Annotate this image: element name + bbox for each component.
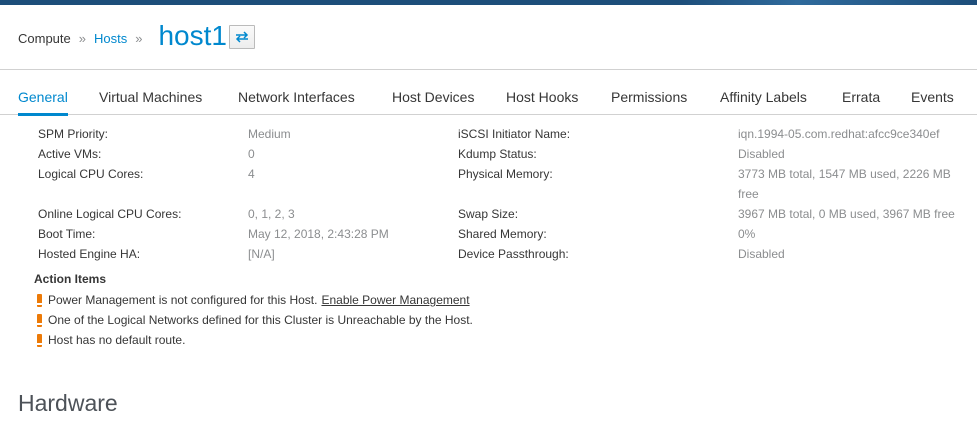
action-item-text: Power Management is not configured for t… xyxy=(48,293,318,307)
prop-label: Device Passthrough: xyxy=(458,247,569,261)
tab-general[interactable]: General xyxy=(18,71,68,116)
tab-host-hooks[interactable]: Host Hooks xyxy=(506,71,578,115)
tab-events[interactable]: Events xyxy=(911,71,954,115)
warning-icon xyxy=(37,313,42,327)
page-header: Compute » Hosts » host1 xyxy=(0,5,977,70)
tab-bar: General Virtual Machines Network Interfa… xyxy=(0,71,977,116)
tab-affinity-labels[interactable]: Affinity Labels xyxy=(720,71,807,115)
action-item-text: One of the Logical Networks defined for … xyxy=(48,313,473,327)
page-title: host1 xyxy=(158,20,227,51)
prop-label: Swap Size: xyxy=(458,207,519,221)
enable-power-management-link[interactable]: Enable Power Management xyxy=(321,293,469,307)
hardware-section-title: Hardware xyxy=(18,390,118,416)
action-item-text: Host has no default route. xyxy=(48,333,186,347)
prop-label: iSCSI Initiator Name: xyxy=(458,127,571,141)
prop-value: 0, 1, 2, 3 xyxy=(248,207,295,221)
prop-value: 4 xyxy=(248,167,255,181)
warning-icon xyxy=(37,293,42,307)
prop-value: Medium xyxy=(248,127,291,141)
prop-label: Active VMs: xyxy=(38,147,102,161)
prop-value: 3773 MB total, 1547 MB used, 2226 MB xyxy=(738,167,951,181)
prop-value: Disabled xyxy=(738,147,785,161)
action-item: One of the Logical Networks defined for … xyxy=(34,310,473,330)
prop-value: 0% xyxy=(738,227,756,241)
prop-label: Boot Time: xyxy=(38,227,96,241)
prop-value-continued: free xyxy=(738,187,759,201)
prop-value: [N/A] xyxy=(248,247,275,261)
prop-value: May 12, 2018, 2:43:28 PM xyxy=(248,227,389,241)
prop-label: Kdump Status: xyxy=(458,147,537,161)
action-items: Action Items Power Management is not con… xyxy=(34,272,473,350)
prop-value: Disabled xyxy=(738,247,785,261)
action-item: Host has no default route. xyxy=(34,330,473,350)
prop-label: Physical Memory: xyxy=(458,167,553,181)
breadcrumb-hosts-link[interactable]: Hosts xyxy=(94,31,127,46)
swap-arrows-icon xyxy=(235,31,249,43)
tab-errata[interactable]: Errata xyxy=(842,71,880,115)
prop-value: 0 xyxy=(248,147,255,161)
prop-value: 3967 MB total, 0 MB used, 3967 MB free xyxy=(738,207,955,221)
prop-label: SPM Priority: xyxy=(38,127,109,141)
breadcrumb-separator: » xyxy=(78,30,86,46)
tab-host-devices[interactable]: Host Devices xyxy=(392,71,474,115)
action-item: Power Management is not configured for t… xyxy=(34,290,473,310)
prop-value: iqn.1994-05.com.redhat:afcc9ce340ef xyxy=(738,127,940,141)
tab-virtual-machines[interactable]: Virtual Machines xyxy=(99,71,202,115)
breadcrumb: Compute » Hosts » host1 xyxy=(18,20,227,54)
breadcrumb-compute: Compute xyxy=(18,30,71,46)
swap-host-button[interactable] xyxy=(229,25,255,49)
tab-permissions[interactable]: Permissions xyxy=(611,71,687,115)
prop-label: Shared Memory: xyxy=(458,227,547,241)
action-items-title: Action Items xyxy=(34,272,107,286)
prop-label: Hosted Engine HA: xyxy=(38,247,141,261)
tab-network-interfaces[interactable]: Network Interfaces xyxy=(238,71,355,115)
warning-icon xyxy=(37,333,42,347)
prop-label: Online Logical CPU Cores: xyxy=(38,207,182,221)
prop-label: Logical CPU Cores: xyxy=(38,167,144,181)
breadcrumb-separator: » xyxy=(135,30,143,46)
